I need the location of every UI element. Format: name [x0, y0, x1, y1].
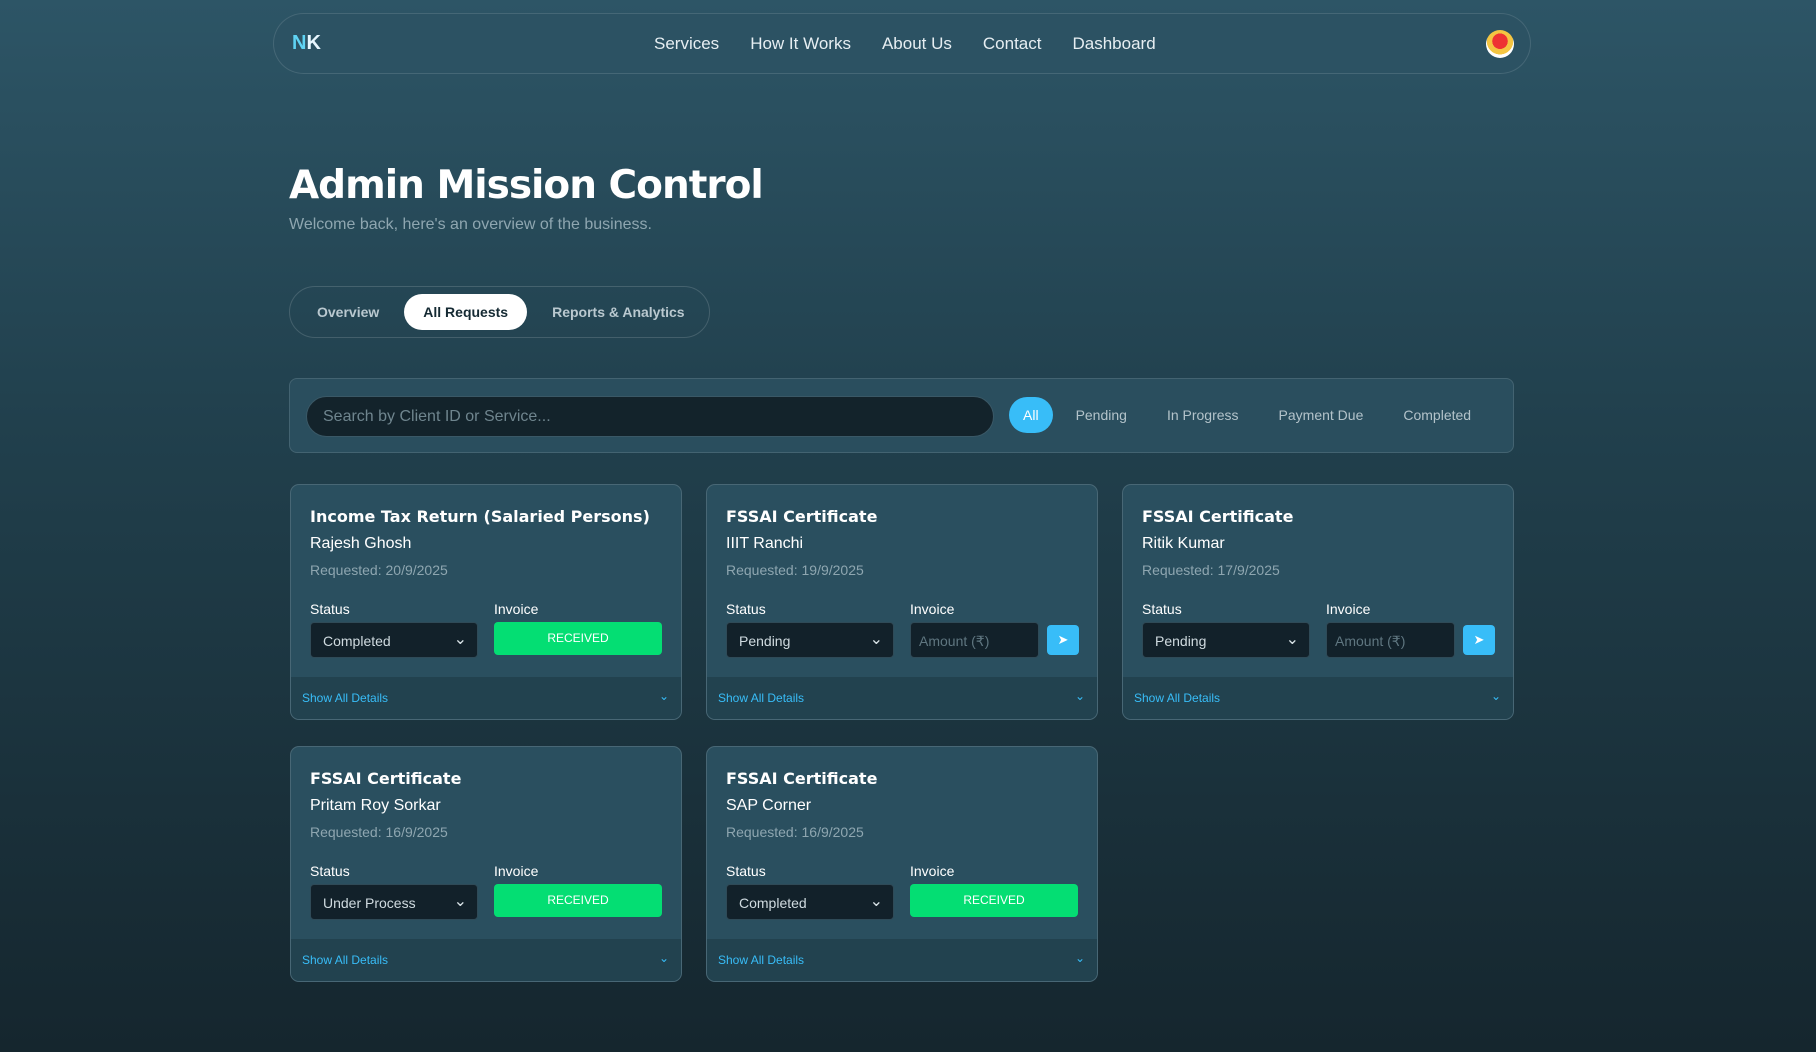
tab-reports[interactable]: Reports & Analytics	[533, 294, 704, 330]
filter-completed[interactable]: Completed	[1386, 397, 1488, 433]
page-title: Admin Mission Control	[289, 163, 764, 208]
status-filters: All Pending In Progress Payment Due Comp…	[1009, 397, 1488, 433]
filter-in-progress[interactable]: In Progress	[1150, 397, 1256, 433]
filter-all[interactable]: All	[1009, 397, 1053, 433]
avatar[interactable]	[1486, 29, 1514, 58]
page-subtitle: Welcome back, here's an overview of the …	[289, 216, 652, 233]
request-card: FSSAI Certificate IIIT Ranchi Requested:…	[706, 484, 1098, 720]
chevron-down-icon: ⌄	[1490, 689, 1501, 703]
status-label: Status	[726, 601, 766, 617]
client-name: Ritik Kumar	[1142, 535, 1225, 552]
invoice-amount-input[interactable]: Amount (₹)	[1326, 622, 1455, 658]
invoice-received-badge: RECEIVED	[494, 884, 662, 917]
chevron-down-icon: ⌄	[1285, 631, 1299, 648]
client-name: IIIT Ranchi	[726, 535, 804, 552]
status-value: Completed	[739, 895, 807, 911]
invoice-label: Invoice	[494, 601, 539, 617]
status-value: Pending	[739, 633, 791, 649]
filter-pending[interactable]: Pending	[1059, 397, 1144, 433]
chevron-down-icon: ⌄	[869, 893, 883, 910]
request-card: FSSAI Certificate SAP Corner Requested: …	[706, 746, 1098, 982]
nav-contact[interactable]: Contact	[983, 34, 1042, 54]
filter-payment-due[interactable]: Payment Due	[1262, 397, 1381, 433]
status-select[interactable]: Completed ⌄	[310, 622, 478, 658]
invoice-label: Invoice	[910, 601, 955, 617]
send-icon: ➤	[1473, 632, 1485, 647]
request-card: FSSAI Certificate Ritik Kumar Requested:…	[1122, 484, 1514, 720]
chevron-down-icon: ⌄	[658, 951, 669, 965]
invoice-label: Invoice	[1326, 601, 1371, 617]
tab-all-requests[interactable]: All Requests	[404, 294, 528, 330]
invoice-label: Invoice	[494, 863, 539, 879]
nav-dashboard[interactable]: Dashboard	[1072, 34, 1155, 54]
chevron-down-icon: ⌄	[869, 631, 883, 648]
invoice-received-badge: RECEIVED	[494, 622, 662, 655]
send-invoice-button[interactable]: ➤	[1047, 625, 1079, 655]
requested-date: Requested: 16/9/2025	[310, 824, 448, 840]
request-card: Income Tax Return (Salaried Persons) Raj…	[290, 484, 682, 720]
service-name: FSSAI Certificate	[1142, 507, 1294, 526]
nav-about-us[interactable]: About Us	[882, 34, 952, 54]
show-details-label: Show All Details	[1134, 691, 1221, 705]
status-value: Completed	[323, 633, 391, 649]
logo-n: N	[292, 32, 307, 54]
show-details-label: Show All Details	[718, 691, 805, 705]
requested-date: Requested: 17/9/2025	[1142, 562, 1280, 578]
filter-bar: All Pending In Progress Payment Due Comp…	[289, 378, 1514, 453]
service-name: FSSAI Certificate	[726, 769, 878, 788]
client-name: SAP Corner	[726, 797, 812, 814]
invoice-label: Invoice	[910, 863, 955, 879]
nav-how-it-works[interactable]: How It Works	[750, 34, 851, 54]
show-details-toggle[interactable]: Show All Details ⌄	[707, 939, 1097, 981]
status-label: Status	[310, 601, 350, 617]
status-select[interactable]: Pending ⌄	[726, 622, 894, 658]
invoice-amount-input[interactable]: Amount (₹)	[910, 622, 1039, 658]
chevron-down-icon: ⌄	[658, 689, 669, 703]
chevron-down-icon: ⌄	[1074, 689, 1085, 703]
status-select[interactable]: Under Process ⌄	[310, 884, 478, 920]
search-input[interactable]	[306, 396, 994, 437]
request-card: FSSAI Certificate Pritam Roy Sorkar Requ…	[290, 746, 682, 982]
show-details-toggle[interactable]: Show All Details ⌄	[1123, 677, 1513, 719]
logo-k: K	[306, 32, 321, 54]
requested-date: Requested: 20/9/2025	[310, 562, 448, 578]
show-details-label: Show All Details	[302, 691, 389, 705]
client-name: Pritam Roy Sorkar	[310, 797, 441, 814]
invoice-received-badge: RECEIVED	[910, 884, 1078, 917]
status-select[interactable]: Pending ⌄	[1142, 622, 1310, 658]
status-label: Status	[726, 863, 766, 879]
logo[interactable]: NK	[292, 32, 321, 55]
chevron-down-icon: ⌄	[453, 893, 467, 910]
nav-services[interactable]: Services	[654, 34, 719, 54]
show-details-toggle[interactable]: Show All Details ⌄	[707, 677, 1097, 719]
chevron-down-icon: ⌄	[453, 631, 467, 648]
service-name: FSSAI Certificate	[310, 769, 462, 788]
tab-bar: Overview All Requests Reports & Analytic…	[289, 286, 710, 338]
status-value: Under Process	[323, 895, 416, 911]
status-value: Pending	[1155, 633, 1207, 649]
status-select[interactable]: Completed ⌄	[726, 884, 894, 920]
show-details-label: Show All Details	[718, 953, 805, 967]
show-details-toggle[interactable]: Show All Details ⌄	[291, 939, 681, 981]
chevron-down-icon: ⌄	[1074, 951, 1085, 965]
client-name: Rajesh Ghosh	[310, 535, 412, 552]
show-details-label: Show All Details	[302, 953, 389, 967]
nav-links: Services How It Works About Us Contact D…	[654, 34, 1156, 54]
show-details-toggle[interactable]: Show All Details ⌄	[291, 677, 681, 719]
service-name: Income Tax Return (Salaried Persons)	[310, 507, 650, 526]
status-label: Status	[310, 863, 350, 879]
service-name: FSSAI Certificate	[726, 507, 878, 526]
status-label: Status	[1142, 601, 1182, 617]
send-invoice-button[interactable]: ➤	[1463, 625, 1495, 655]
requested-date: Requested: 19/9/2025	[726, 562, 864, 578]
send-icon: ➤	[1057, 632, 1069, 647]
requested-date: Requested: 16/9/2025	[726, 824, 864, 840]
tab-overview[interactable]: Overview	[298, 294, 398, 330]
top-nav: NK Services How It Works About Us Contac…	[273, 13, 1531, 74]
